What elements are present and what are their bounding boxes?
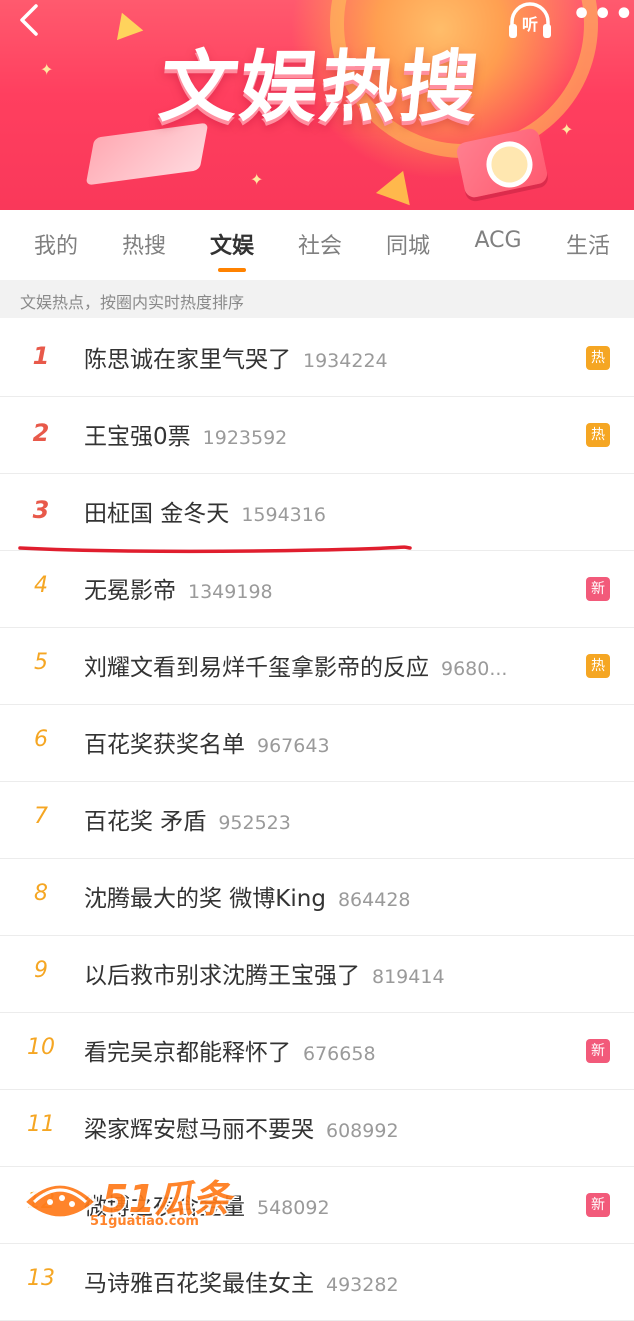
list-item[interactable]: 10 看完吴京都能释怀了 676658 新 — [0, 1013, 634, 1090]
topic-title: 梁家辉安慰马丽不要哭 608992 — [84, 1117, 399, 1143]
tab-entertainment[interactable]: 文娱 — [198, 228, 266, 262]
topic-title: 陈思诚在家里气哭了 1934224 — [84, 347, 388, 373]
list-item[interactable]: 13 马诗雅百花奖最佳女主 493282 — [0, 1244, 634, 1321]
rank-number: 7 — [34, 804, 48, 829]
heat-count: 967643 — [257, 735, 330, 757]
new-badge: 新 — [586, 577, 610, 601]
category-tabs: 我的 热搜 文娱 社会 同城 ACG 生活 — [0, 210, 634, 280]
new-badge: 新 — [586, 1039, 610, 1063]
heat-count: 548092 — [257, 1197, 330, 1219]
list-item[interactable]: 1 陈思诚在家里气哭了 1934224 热 — [0, 320, 634, 397]
topic-title: 马诗雅百花奖最佳女主 493282 — [84, 1271, 399, 1297]
tab-life[interactable]: 生活 — [554, 228, 622, 262]
list-description-text: 文娱热点，按圈内实时热度排序 — [20, 293, 245, 312]
rank-number: 10 — [27, 1035, 55, 1060]
list-item[interactable]: 6 百花奖获奖名单 967643 — [0, 705, 634, 782]
rank-number: 1 — [32, 342, 50, 370]
sparkle-icon: ✦ — [40, 60, 54, 79]
sparkle-icon: ✦ — [250, 170, 264, 189]
list-item[interactable]: 4 无冕影帝 1349198 新 — [0, 551, 634, 628]
heat-count: 1594316 — [241, 504, 326, 526]
heat-count: 608992 — [326, 1120, 399, 1142]
hot-badge: 热 — [586, 423, 610, 447]
rank-number: 13 — [27, 1266, 55, 1291]
list-item[interactable]: 8 沈腾最大的奖 微博King 864428 — [0, 859, 634, 936]
topic-title: 无冕影帝 1349198 — [84, 578, 273, 604]
watermark-url: 51guatiao.com — [90, 1214, 199, 1229]
more-button[interactable]: ••• — [572, 0, 634, 34]
hot-badge: 热 — [586, 346, 610, 370]
melon-logo-icon — [21, 1182, 99, 1220]
svg-text:听: 听 — [522, 15, 538, 34]
topic-title: 百花奖 矛盾 952523 — [84, 809, 291, 835]
heat-count: 676658 — [303, 1043, 376, 1065]
hot-badge: 热 — [586, 654, 610, 678]
topic-title: 以后救市别求沈腾王宝强了 819414 — [84, 963, 445, 989]
new-badge: 新 — [586, 1193, 610, 1217]
heat-count: 952523 — [218, 812, 291, 834]
list-item[interactable]: 5 刘耀文看到易烊千玺拿影帝的反应 9680... 热 — [0, 628, 634, 705]
list-description: 文娱热点，按圈内实时热度排序 — [0, 280, 634, 318]
rank-number: 2 — [32, 419, 50, 447]
topic-title: 百花奖获奖名单 967643 — [84, 732, 330, 758]
rank-number: 4 — [34, 573, 48, 598]
tab-society[interactable]: 社会 — [286, 228, 354, 262]
heat-count: 1349198 — [188, 581, 273, 603]
rank-number: 6 — [34, 727, 48, 752]
active-tab-indicator — [218, 268, 246, 272]
listen-button[interactable]: 听 — [506, 0, 554, 42]
tab-hot-search[interactable]: 热搜 — [110, 228, 178, 262]
topic-title: 看完吴京都能释怀了 676658 — [84, 1040, 376, 1066]
sparkle-icon: ✦ — [560, 120, 574, 139]
rank-number: 5 — [34, 650, 48, 675]
heat-count: 864428 — [337, 889, 411, 911]
tab-local[interactable]: 同城 — [374, 228, 442, 262]
topic-title: 刘耀文看到易烊千玺拿影帝的反应 9680... — [84, 655, 508, 681]
page-title: 文娱热搜 — [155, 43, 485, 133]
heat-count: 819414 — [372, 966, 445, 988]
banner-triangle — [108, 7, 144, 41]
tab-mine[interactable]: 我的 — [22, 228, 90, 262]
headphones-icon: 听 — [509, 2, 551, 38]
heat-count: 1923592 — [202, 427, 288, 449]
heat-count: 1934224 — [303, 350, 388, 372]
topic-title: 王宝强0票 1923592 — [84, 424, 288, 450]
rank-number: 8 — [34, 881, 48, 906]
list-item[interactable]: 9 以后救市别求沈腾王宝强了 819414 — [0, 936, 634, 1013]
topic-title: 沈腾最大的奖 微博King 864428 — [84, 886, 411, 912]
red-underline-annotation — [18, 545, 412, 554]
rank-number: 9 — [34, 958, 48, 983]
rank-number: 11 — [27, 1112, 55, 1137]
heat-count: 493282 — [326, 1274, 399, 1296]
header-banner: ✦ ✦ ✦ 文娱热搜 听 ••• — [0, 0, 634, 210]
watermark-logo: 51瓜条 51guatiao.com — [20, 1168, 250, 1238]
back-button[interactable] — [10, 2, 50, 42]
list-item[interactable]: 11 梁家辉安慰马丽不要哭 608992 — [0, 1090, 634, 1167]
heat-count: 9680... — [441, 658, 508, 680]
list-item[interactable]: 7 百花奖 矛盾 952523 — [0, 782, 634, 859]
tab-acg[interactable]: ACG — [460, 228, 536, 262]
topic-title: 田柾国 金冬天 1594316 — [84, 501, 326, 527]
list-item[interactable]: 2 王宝强0票 1923592 热 — [0, 397, 634, 474]
rank-number: 3 — [32, 496, 50, 524]
chevron-left-icon — [20, 4, 38, 36]
